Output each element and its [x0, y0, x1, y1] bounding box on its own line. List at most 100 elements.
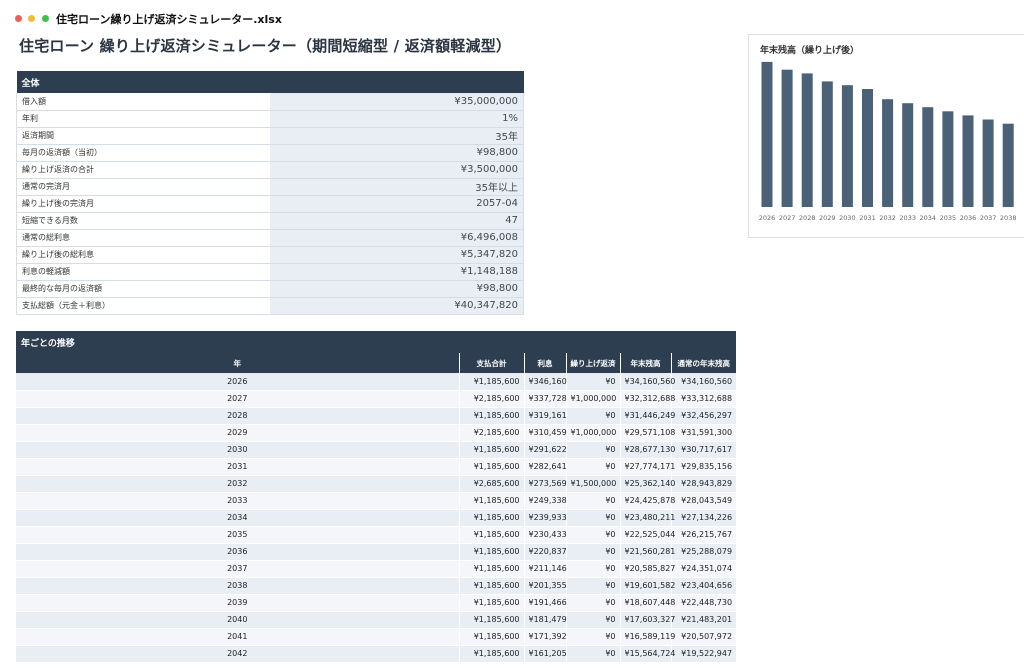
- summary-label[interactable]: 年利: [16, 110, 270, 128]
- summary-value[interactable]: ¥98,800: [270, 144, 524, 162]
- table-cell[interactable]: ¥2,185,600: [458, 390, 524, 408]
- table-cell[interactable]: ¥34,160,560: [619, 373, 675, 391]
- summary-label[interactable]: 短縮できる月数: [16, 212, 270, 230]
- table-cell[interactable]: ¥1,185,600: [458, 628, 524, 646]
- table-cell[interactable]: ¥18,607,448: [619, 594, 675, 612]
- table-cell[interactable]: ¥220,837: [523, 543, 567, 561]
- table-cell[interactable]: ¥319,161: [523, 407, 567, 425]
- table-cell[interactable]: ¥273,569: [523, 475, 567, 493]
- column-header[interactable]: 年: [16, 353, 459, 373]
- table-cell[interactable]: ¥17,603,327: [619, 611, 675, 629]
- column-header[interactable]: 支払合計: [458, 353, 524, 373]
- table-cell[interactable]: ¥0: [565, 441, 620, 459]
- table-cell[interactable]: 2039: [16, 594, 459, 612]
- summary-value[interactable]: ¥1,148,188: [270, 263, 524, 281]
- table-cell[interactable]: ¥211,146: [523, 560, 567, 578]
- table-cell[interactable]: ¥2,685,600: [458, 475, 524, 493]
- table-cell[interactable]: ¥28,943,829: [670, 475, 737, 493]
- summary-value[interactable]: ¥35,000,000: [270, 93, 524, 111]
- table-cell[interactable]: 2041: [16, 628, 459, 646]
- table-cell[interactable]: 2033: [16, 492, 459, 510]
- summary-label[interactable]: 繰り上げ返済の合計: [16, 161, 270, 179]
- summary-label[interactable]: 通常の完済月: [16, 178, 270, 196]
- table-cell[interactable]: ¥0: [565, 611, 620, 629]
- table-cell[interactable]: ¥0: [565, 509, 620, 527]
- table-cell[interactable]: ¥1,185,600: [458, 458, 524, 476]
- table-cell[interactable]: ¥21,560,281: [619, 543, 675, 561]
- table-cell[interactable]: ¥282,641: [523, 458, 567, 476]
- summary-label[interactable]: 支払総額（元金＋利息）: [16, 297, 270, 315]
- table-cell[interactable]: ¥21,483,201: [670, 611, 737, 629]
- table-cell[interactable]: ¥0: [565, 492, 620, 510]
- table-cell[interactable]: ¥23,404,656: [670, 577, 737, 595]
- table-cell[interactable]: ¥0: [565, 645, 620, 663]
- table-cell[interactable]: ¥24,425,878: [619, 492, 675, 510]
- summary-value[interactable]: 47: [270, 212, 524, 230]
- table-cell[interactable]: ¥34,160,560: [670, 373, 737, 391]
- column-header[interactable]: 通常の年末残高: [670, 353, 737, 373]
- table-cell[interactable]: ¥23,480,211: [619, 509, 675, 527]
- table-cell[interactable]: ¥191,466: [523, 594, 567, 612]
- maximize-window-icon[interactable]: [42, 15, 49, 22]
- table-cell[interactable]: ¥29,571,108: [619, 424, 675, 442]
- table-cell[interactable]: ¥0: [565, 628, 620, 646]
- table-cell[interactable]: ¥1,185,600: [458, 543, 524, 561]
- table-cell[interactable]: ¥33,312,688: [670, 390, 737, 408]
- summary-value[interactable]: ¥40,347,820: [270, 297, 524, 315]
- summary-label[interactable]: 繰り上げ後の総利息: [16, 246, 270, 264]
- table-cell[interactable]: ¥22,448,730: [670, 594, 737, 612]
- table-cell[interactable]: 2032: [16, 475, 459, 493]
- summary-label[interactable]: 毎月の返済額（当初）: [16, 144, 270, 162]
- table-cell[interactable]: ¥0: [565, 373, 620, 391]
- table-cell[interactable]: ¥25,288,079: [670, 543, 737, 561]
- table-cell[interactable]: ¥1,500,000: [565, 475, 620, 493]
- summary-label[interactable]: 最終的な毎月の返済額: [16, 280, 270, 298]
- table-cell[interactable]: ¥249,338: [523, 492, 567, 510]
- table-cell[interactable]: ¥0: [565, 543, 620, 561]
- table-cell[interactable]: 2026: [16, 373, 459, 391]
- table-cell[interactable]: ¥181,479: [523, 611, 567, 629]
- table-cell[interactable]: ¥1,185,600: [458, 441, 524, 459]
- table-cell[interactable]: ¥31,446,249: [619, 407, 675, 425]
- close-window-icon[interactable]: [15, 15, 22, 22]
- table-cell[interactable]: ¥19,522,947: [670, 645, 737, 663]
- table-cell[interactable]: 2027: [16, 390, 459, 408]
- table-cell[interactable]: ¥27,774,171: [619, 458, 675, 476]
- table-cell[interactable]: ¥16,589,119: [619, 628, 675, 646]
- table-cell[interactable]: ¥239,933: [523, 509, 567, 527]
- table-cell[interactable]: ¥0: [565, 560, 620, 578]
- table-cell[interactable]: ¥1,185,600: [458, 560, 524, 578]
- summary-label[interactable]: 利息の軽減額: [16, 263, 270, 281]
- table-cell[interactable]: ¥0: [565, 526, 620, 544]
- table-cell[interactable]: ¥31,591,300: [670, 424, 737, 442]
- table-cell[interactable]: 2040: [16, 611, 459, 629]
- table-cell[interactable]: ¥1,000,000: [565, 424, 620, 442]
- table-cell[interactable]: 2028: [16, 407, 459, 425]
- table-cell[interactable]: ¥1,185,600: [458, 373, 524, 391]
- table-cell[interactable]: ¥1,000,000: [565, 390, 620, 408]
- table-cell[interactable]: ¥2,185,600: [458, 424, 524, 442]
- table-cell[interactable]: ¥28,677,130: [619, 441, 675, 459]
- table-cell[interactable]: ¥22,525,044: [619, 526, 675, 544]
- table-cell[interactable]: ¥20,585,827: [619, 560, 675, 578]
- table-cell[interactable]: ¥346,160: [523, 373, 567, 391]
- table-cell[interactable]: ¥1,185,600: [458, 509, 524, 527]
- table-cell[interactable]: ¥291,622: [523, 441, 567, 459]
- summary-value[interactable]: ¥5,347,820: [270, 246, 524, 264]
- table-cell[interactable]: ¥161,205: [523, 645, 567, 663]
- table-cell[interactable]: ¥15,564,724: [619, 645, 675, 663]
- table-cell[interactable]: ¥171,392: [523, 628, 567, 646]
- table-cell[interactable]: 2029: [16, 424, 459, 442]
- table-cell[interactable]: ¥26,215,767: [670, 526, 737, 544]
- column-header[interactable]: 繰り上げ返済: [565, 353, 620, 373]
- table-cell[interactable]: ¥0: [565, 577, 620, 595]
- table-cell[interactable]: 2037: [16, 560, 459, 578]
- summary-value[interactable]: ¥3,500,000: [270, 161, 524, 179]
- table-cell[interactable]: ¥1,185,600: [458, 645, 524, 663]
- table-cell[interactable]: 2034: [16, 509, 459, 527]
- table-cell[interactable]: ¥337,728: [523, 390, 567, 408]
- table-cell[interactable]: ¥310,459: [523, 424, 567, 442]
- table-cell[interactable]: ¥30,717,617: [670, 441, 737, 459]
- table-cell[interactable]: 2042: [16, 645, 459, 663]
- table-cell[interactable]: ¥1,185,600: [458, 577, 524, 595]
